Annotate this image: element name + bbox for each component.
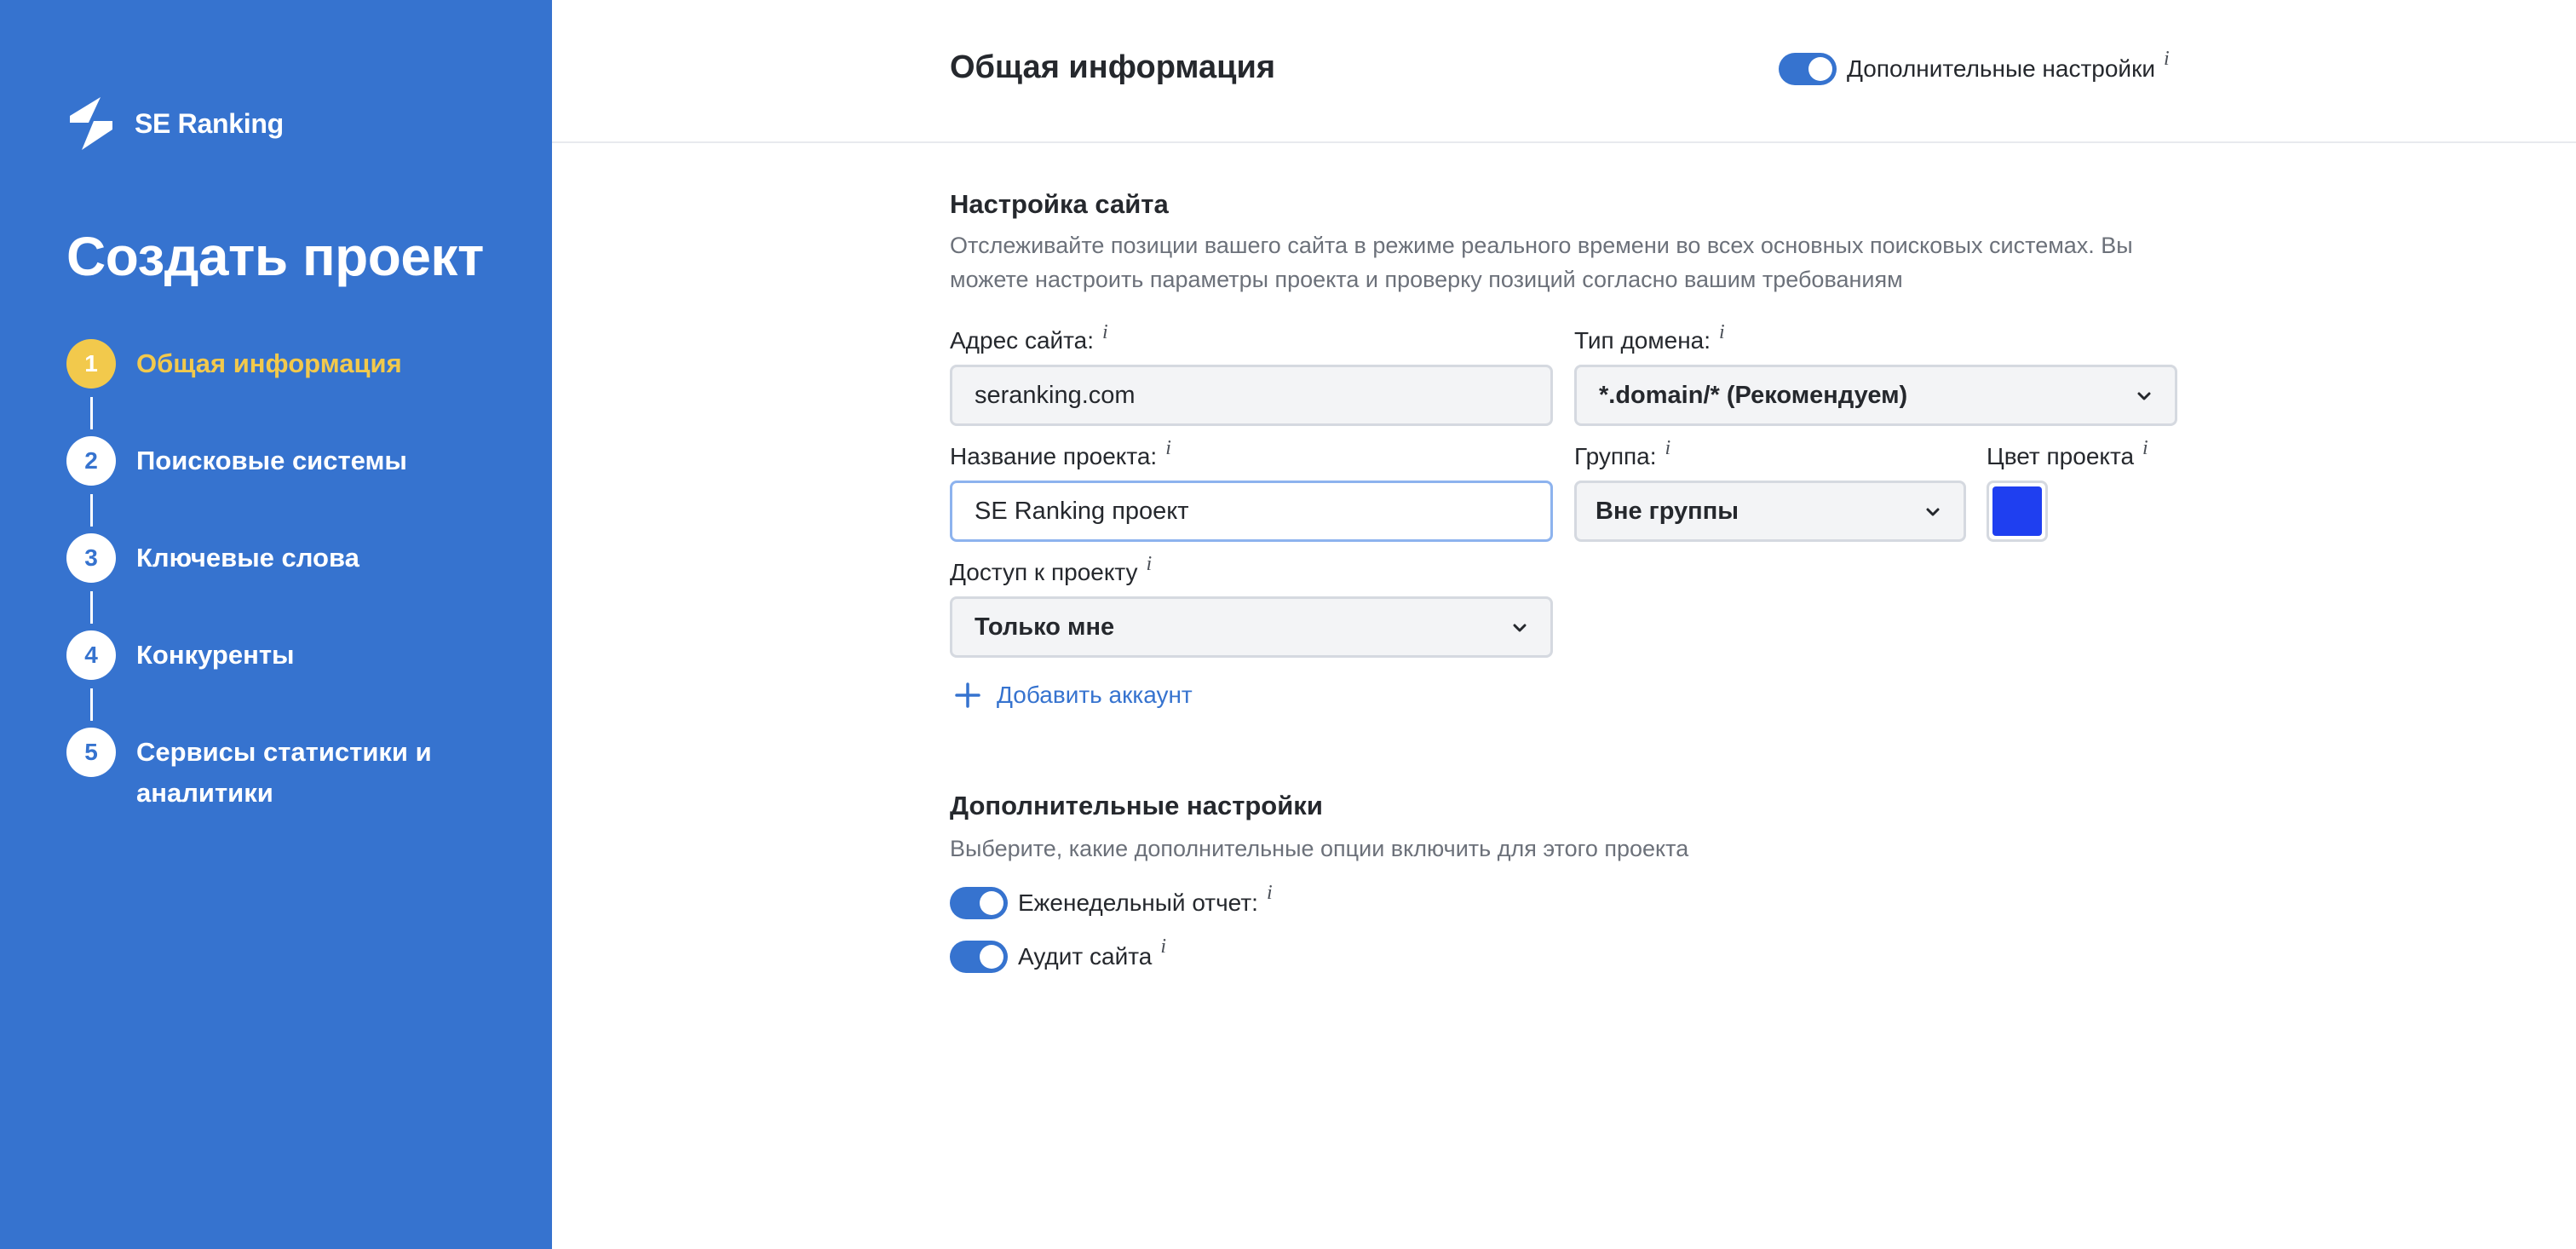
project-color-fill [1992, 486, 2042, 536]
site-audit-toggle[interactable] [950, 941, 1008, 973]
info-icon[interactable]: i [1719, 321, 1725, 343]
step-number: 2 [66, 436, 116, 486]
step-connector [90, 397, 93, 429]
access-value: Только мне [975, 613, 1115, 641]
group-select[interactable]: Вне группы [1574, 481, 1966, 542]
site-settings-title: Настройка сайта [950, 189, 1169, 219]
site-settings-description: Отслеживайте позиции вашего сайта в режи… [950, 233, 2133, 292]
step-label: Конкуренты [136, 640, 295, 670]
advanced-settings-label: Дополнительные настройки [1847, 55, 2155, 82]
step-label: Сервисы статистики и аналитики [136, 737, 432, 808]
info-icon[interactable]: i [1102, 321, 1108, 343]
access-select[interactable]: Только мне [950, 596, 1553, 658]
brand-logo[interactable]: SE Ranking [66, 97, 284, 150]
advanced-settings-toggle[interactable] [1779, 53, 1837, 85]
weekly-report-label: Еженедельный отчет: [1018, 889, 1258, 916]
access-label: Доступ к проекту [950, 559, 1138, 585]
group-value: Вне группы [1596, 498, 1739, 525]
page-title: Общая информация [950, 49, 1276, 85]
domain-type-select[interactable]: *.domain/* (Рекомендуем) [1574, 365, 2177, 426]
site-audit-label: Аудит сайта [1018, 943, 1153, 970]
extra-settings-title: Дополнительные настройки [950, 791, 1323, 820]
step-number: 1 [66, 339, 116, 389]
site-url-label-row: Адрес сайта: i [950, 321, 1108, 354]
domain-type-label: Тип домена: [1574, 327, 1711, 354]
group-label-row: Группа: i [1574, 437, 1670, 470]
add-account-button[interactable]: Добавить аккаунт [954, 682, 1193, 709]
weekly-report-option: Еженедельный отчет: i [950, 882, 1273, 919]
project-name-input[interactable] [950, 481, 1553, 542]
domain-type-label-row: Тип домена: i [1574, 321, 1725, 354]
project-name-label: Название проекта: [950, 443, 1158, 469]
toggle-knob [980, 891, 1003, 915]
step-competitors[interactable]: 4 Конкуренты [66, 630, 526, 728]
project-color-label-row: Цвет проекта i [1987, 437, 2148, 470]
info-icon[interactable]: i [2142, 437, 2148, 459]
project-name-label-row: Название проекта: i [950, 437, 1171, 470]
step-number: 4 [66, 630, 116, 680]
group-label: Группа: [1574, 443, 1657, 469]
step-number: 3 [66, 533, 116, 583]
info-icon[interactable]: i [2164, 48, 2170, 71]
info-icon[interactable]: i [1665, 437, 1671, 459]
step-number: 5 [66, 728, 116, 777]
toggle-knob [1808, 57, 1832, 81]
step-label: Поисковые системы [136, 446, 407, 475]
info-icon[interactable]: i [1160, 935, 1166, 958]
toggle-knob [980, 945, 1003, 969]
project-color-picker[interactable] [1987, 481, 2048, 542]
sidebar: SE Ranking Создать проект 1 Общая информ… [0, 0, 552, 1249]
site-url-input[interactable] [950, 365, 1553, 426]
step-analytics-services[interactable]: 5 Сервисы статистики и аналитики [66, 728, 526, 825]
extra-settings-description: Выберите, какие дополнительные опции вкл… [950, 836, 1689, 861]
site-url-label: Адрес сайта: [950, 327, 1095, 354]
site-audit-option: Аудит сайта i [950, 935, 1166, 973]
steps-list: 1 Общая информация 2 Поисковые системы 3… [66, 339, 526, 825]
step-label: Общая информация [136, 348, 402, 378]
chevron-down-icon [1926, 508, 1940, 516]
domain-type-value: *.domain/* (Рекомендуем) [1599, 382, 1908, 409]
step-connector [90, 591, 93, 624]
chevron-down-icon [1513, 624, 1527, 632]
step-connector [90, 494, 93, 527]
chevron-down-icon [2137, 392, 2151, 400]
step-general-info[interactable]: 1 Общая информация [66, 339, 526, 436]
info-icon[interactable]: i [1147, 553, 1153, 575]
se-ranking-logo-icon [70, 97, 112, 150]
step-connector [90, 688, 93, 721]
access-label-row: Доступ к проекту i [950, 553, 1152, 586]
weekly-report-toggle[interactable] [950, 887, 1008, 919]
add-account-label: Добавить аккаунт [997, 682, 1193, 708]
sidebar-title: Создать проект [66, 226, 484, 287]
brand-name: SE Ranking [135, 107, 284, 139]
advanced-settings-toggle-row: Дополнительные настройки i [1779, 48, 2170, 85]
step-label: Ключевые слова [136, 543, 359, 573]
info-icon[interactable]: i [1165, 437, 1171, 459]
page-header: Общая информация Дополнительные настройк… [552, 0, 2576, 143]
info-icon[interactable]: i [1267, 882, 1273, 905]
step-keywords[interactable]: 3 Ключевые слова [66, 533, 526, 630]
step-search-engines[interactable]: 2 Поисковые системы [66, 436, 526, 533]
project-color-label: Цвет проекта [1987, 443, 2135, 469]
plus-icon [955, 682, 980, 708]
